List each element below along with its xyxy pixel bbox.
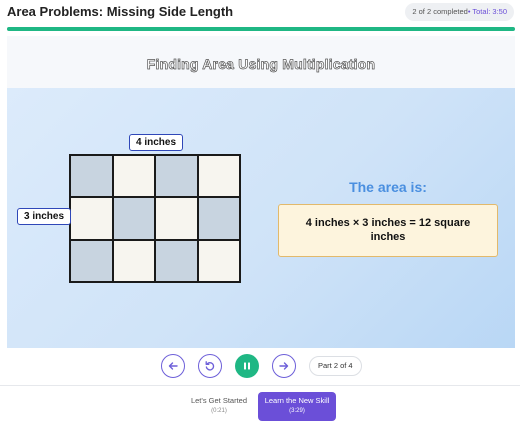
slide-stage: 4 inches 3 inches The area is: 4 inches … <box>7 88 515 348</box>
grid-cell <box>198 198 239 239</box>
area-grid <box>69 154 241 283</box>
completion-badge: 2 of 2 completed• Total: 3:50 <box>405 3 514 21</box>
chapter-name: Learn the New Skill <box>264 396 330 405</box>
grid-cell <box>71 156 112 197</box>
divider <box>0 385 520 386</box>
pause-button[interactable] <box>235 354 259 378</box>
lesson-progress-bar <box>7 27 515 31</box>
slide-title: Finding Area Using Multiplication <box>146 56 376 73</box>
lesson-header: Area Problems: Missing Side Length 2 of … <box>0 0 520 26</box>
chapter-lets-get-started[interactable]: Let's Get Started (0:21) <box>186 392 252 421</box>
area-equation: 4 inches × 3 inches = 12 square inches <box>305 217 471 243</box>
total-duration: • Total: 3:50 <box>467 7 507 16</box>
grid-cell <box>113 156 154 197</box>
area-heading: The area is: <box>349 179 427 195</box>
completed-count: 2 of 2 completed <box>412 7 468 16</box>
chapter-duration: (3:29) <box>289 408 305 414</box>
video-player[interactable]: Finding Area Using Multiplication 4 inch… <box>7 36 515 348</box>
grid-cell <box>71 198 112 239</box>
replay-icon <box>205 361 215 371</box>
grid-cell <box>198 156 239 197</box>
area-equation-box: 4 inches × 3 inches = 12 square inches <box>278 204 498 257</box>
part-indicator: Part 2 of 4 <box>309 356 362 376</box>
lesson-title: Area Problems: Missing Side Length <box>7 4 234 19</box>
grid-cell <box>156 156 197 197</box>
chapter-duration: (0:21) <box>211 408 227 414</box>
width-label: 4 inches <box>129 134 184 151</box>
arrow-right-icon <box>279 362 289 370</box>
replay-button[interactable] <box>198 354 222 378</box>
grid-cell <box>113 198 154 239</box>
grid-cell <box>156 198 197 239</box>
height-label: 3 inches <box>17 208 72 225</box>
grid-cell <box>113 240 154 281</box>
pause-icon <box>244 362 250 370</box>
lesson-progress-fill <box>7 27 515 31</box>
previous-button[interactable] <box>161 354 185 378</box>
arrow-left-icon <box>168 362 178 370</box>
grid-cell <box>198 240 239 281</box>
chapter-learn-the-new-skill[interactable]: Learn the New Skill (3:29) <box>258 392 336 421</box>
next-button[interactable] <box>272 354 296 378</box>
grid-cell <box>156 240 197 281</box>
chapter-name: Let's Get Started <box>190 396 248 405</box>
playback-controls: Part 2 of 4 <box>0 351 520 381</box>
grid-cell <box>71 240 112 281</box>
